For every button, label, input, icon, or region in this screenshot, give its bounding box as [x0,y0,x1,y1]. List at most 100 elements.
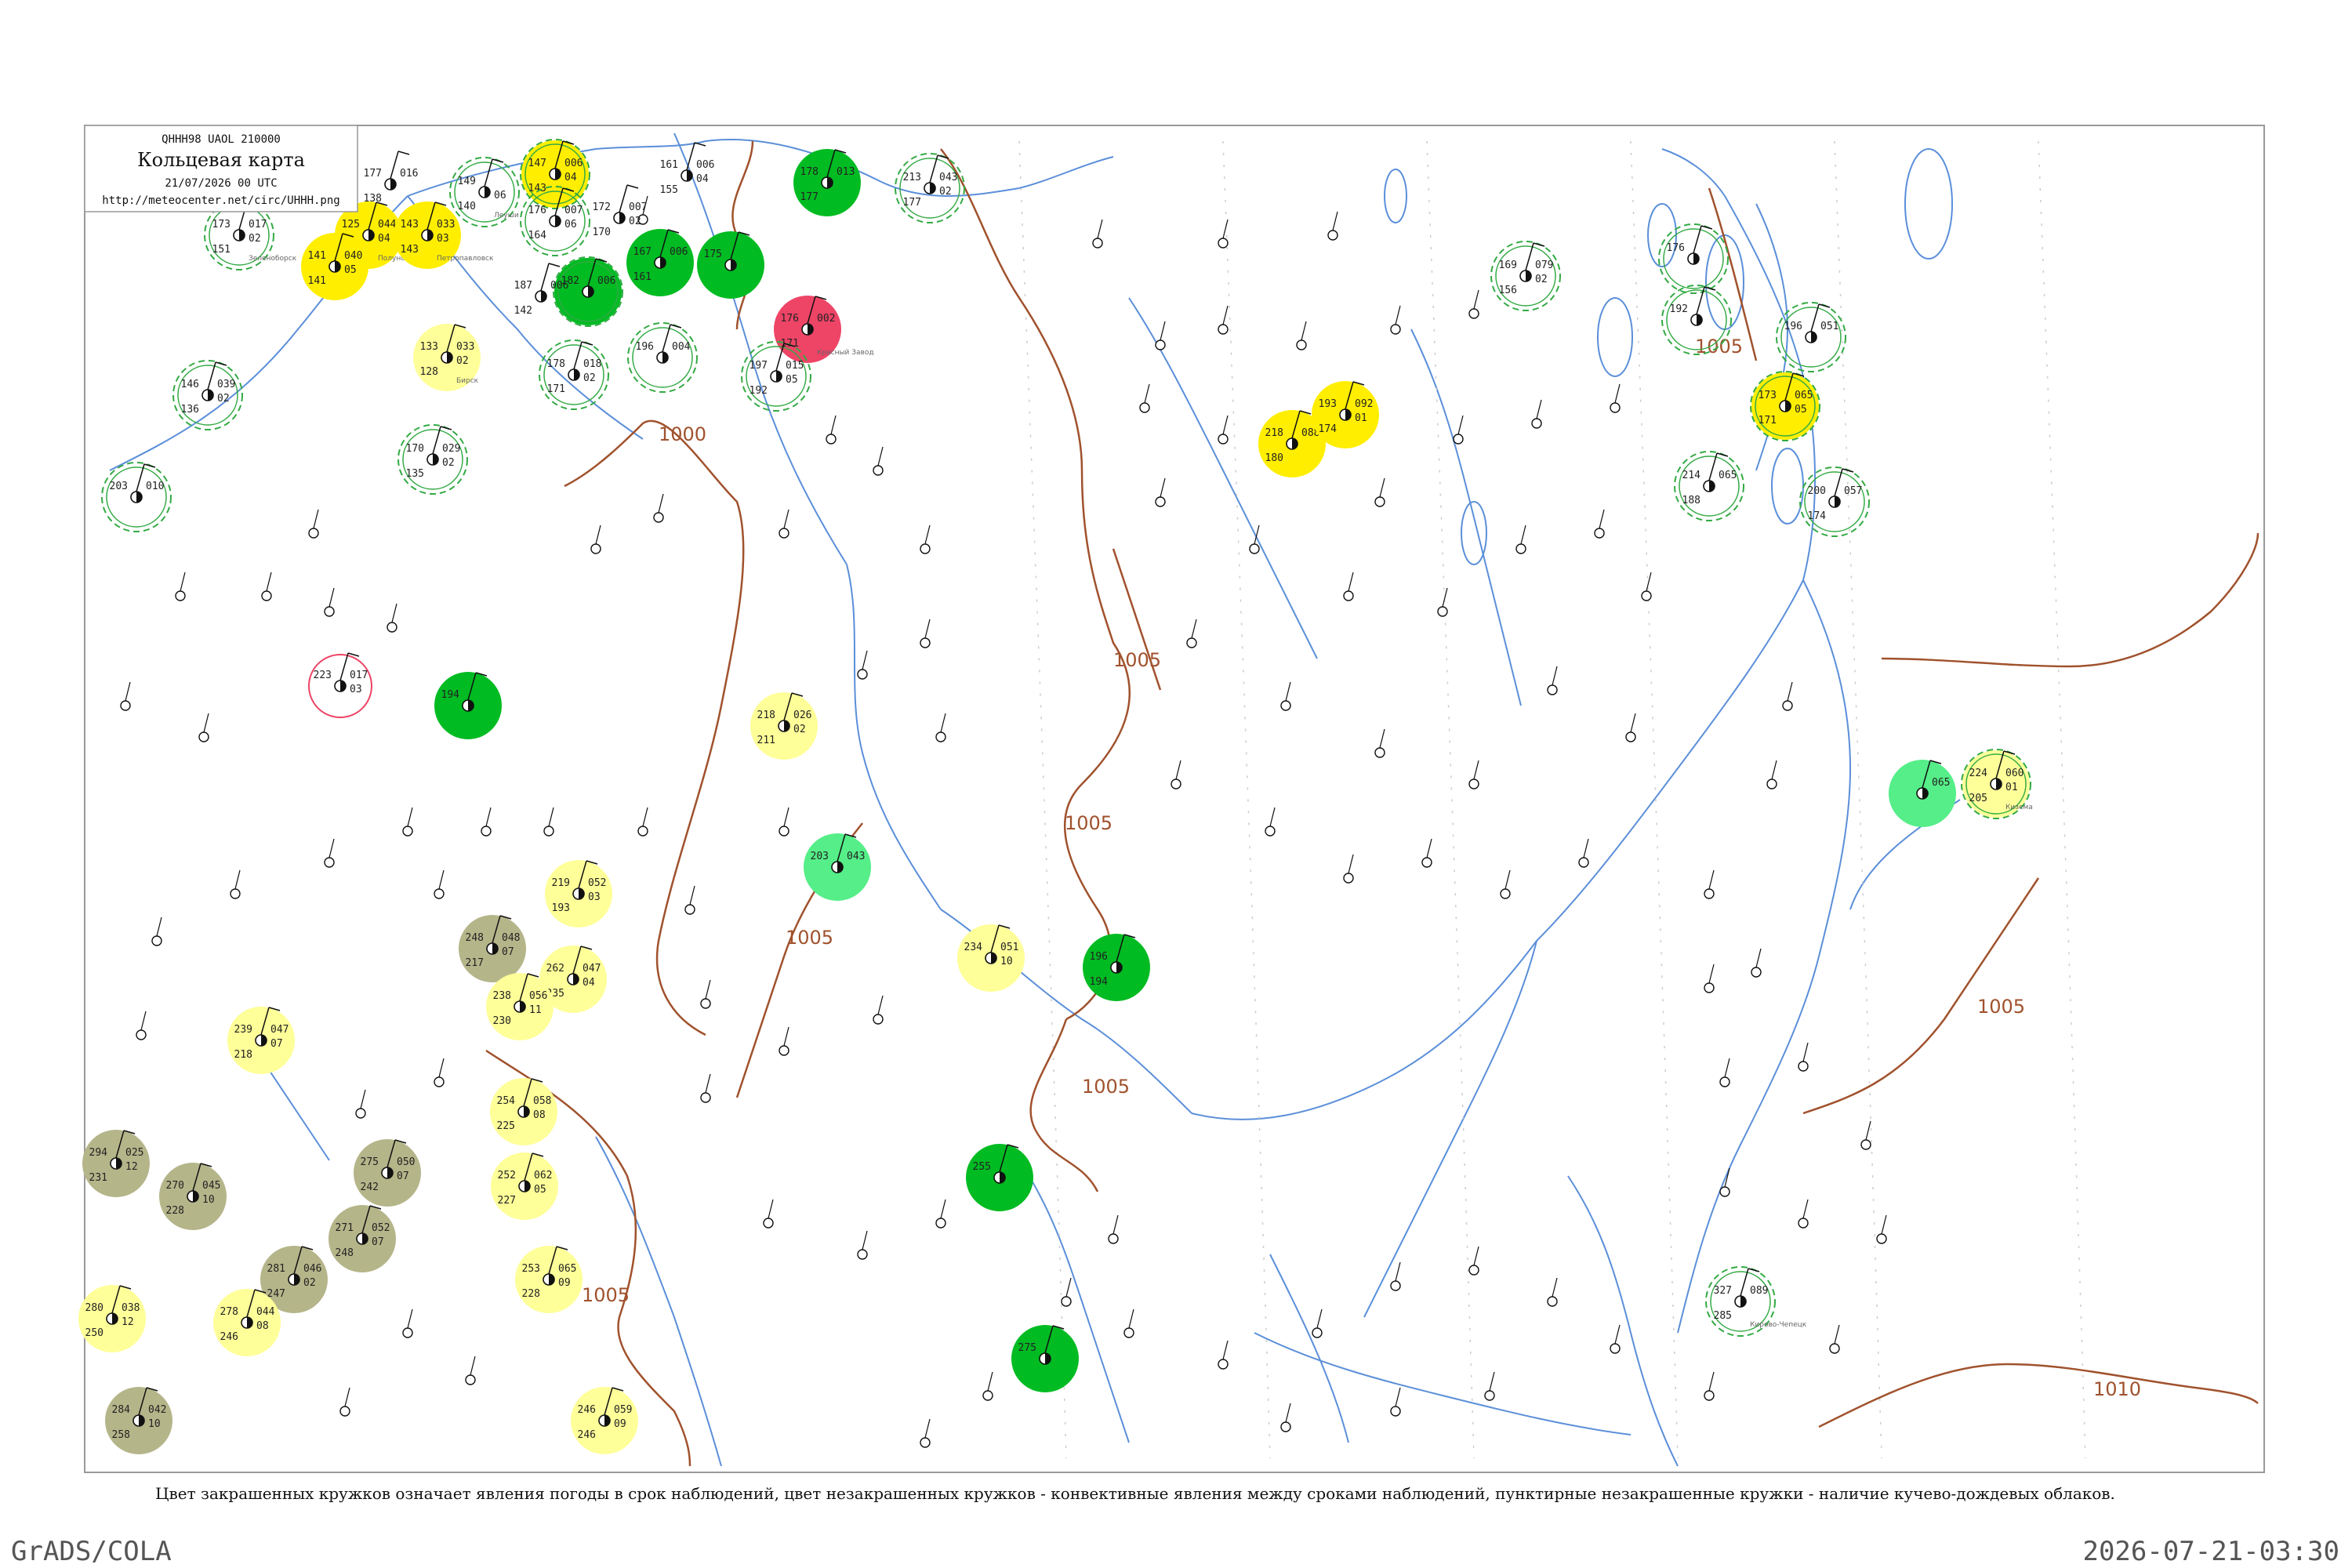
air-temperature: 224 [1969,768,1988,779]
isobar-label: 1005 [1082,1076,1130,1098]
pressure: 013 [837,166,855,178]
pressure: 016 [400,168,418,180]
air-temperature: 141 [308,250,326,262]
legend-caption: Цвет закрашенных кружков означает явлени… [155,1484,2115,1503]
station-marker-icon [198,731,209,742]
pressure: 017 [249,219,267,230]
station-marker-icon [826,434,837,445]
station-plot: 065 [1889,760,1956,827]
dew-point: 142 [514,305,532,317]
pressure-tendency: 02 [939,186,952,198]
pressure: 006 [597,275,615,287]
pressure: 052 [372,1222,390,1234]
pressure: 007 [564,205,583,216]
air-temperature: 149 [458,176,476,187]
station-marker-icon [324,857,335,868]
pressure: 042 [148,1404,166,1416]
air-temperature: 218 [1265,427,1283,439]
dew-point: 171 [547,383,565,395]
dew-point: 250 [85,1327,103,1339]
air-temperature: 178 [547,358,565,370]
pressure: 047 [270,1024,289,1036]
pressure: 047 [583,963,601,975]
station-marker-icon [1374,747,1385,758]
pressure: 033 [456,341,474,353]
dew-point: 246 [220,1331,238,1343]
station-marker-icon [1218,238,1229,249]
pressure: 062 [534,1170,552,1181]
station-marker-icon [1186,637,1197,648]
station-marker-icon [1484,1390,1495,1401]
pressure-tendency: 02 [629,216,641,227]
station-name: Кизема [2005,804,2033,811]
dew-point: 141 [308,275,326,287]
valid-time: 21/07/2026 00 UTC [165,177,277,190]
station-marker-icon [1610,1343,1621,1354]
station-marker-icon [700,1092,711,1103]
pressure-tendency: 02 [583,372,596,384]
station-plot: 133 128 033 02 Бирск [413,324,481,391]
air-temperature: 294 [89,1147,108,1159]
pressure: 059 [614,1404,632,1416]
dew-point: 177 [903,197,921,209]
air-temperature: 238 [493,990,511,1002]
station-plot: 255 [966,1144,1033,1211]
pressure-tendency: 04 [564,172,577,183]
dew-point: 211 [757,735,775,746]
station-plot: 175 [697,231,764,299]
pressure-tendency: 08 [256,1320,269,1332]
air-temperature: 275 [361,1156,379,1168]
dew-point: 171 [1759,415,1777,426]
station-plot: 252 227 062 05 [491,1152,558,1220]
dew-point: 192 [750,385,768,397]
footer-left: GrADS/COLA [11,1536,172,1567]
dew-point: 258 [112,1429,130,1441]
station-marker-icon [1625,731,1636,742]
station-marker-icon [637,826,648,837]
station-marker-icon [1343,590,1354,601]
station-marker-icon [387,622,397,633]
dew-point: 225 [497,1120,515,1132]
station-marker-icon [402,826,413,837]
dew-point: 170 [593,227,611,238]
dew-point: 174 [1808,510,1827,522]
pressure: 065 [1719,470,1737,481]
air-temperature: 248 [466,932,484,944]
air-temperature: 194 [441,689,460,701]
station-marker-icon [1531,418,1542,429]
station-marker-icon [175,590,186,601]
air-temperature: 196 [1784,321,1802,332]
dew-point: 193 [552,902,570,914]
station-marker-icon [1468,308,1479,319]
station-marker-icon [355,1108,366,1119]
station-marker-icon [1280,1421,1291,1432]
air-temperature: 147 [528,158,546,169]
dew-point: 174 [1319,423,1338,435]
map-title: Кольцевая карта [137,149,305,171]
dew-point: 180 [1265,452,1283,464]
station-marker-icon [261,590,272,601]
pressure-tendency: 02 [1535,274,1548,285]
pressure: 044 [378,219,397,230]
station-marker-icon [136,1029,147,1040]
pressure: 038 [122,1302,140,1314]
pressure-tendency: 09 [558,1277,571,1289]
air-temperature: 125 [342,219,360,230]
station-marker-icon [1265,826,1276,837]
pressure: 033 [437,219,455,230]
station-marker-icon [1798,1061,1809,1072]
pressure: 006 [696,159,714,171]
air-temperature: 161 [660,159,678,171]
dew-point: 128 [420,366,438,378]
station-marker-icon [1171,779,1181,789]
air-temperature: 197 [750,360,768,372]
air-temperature: 255 [973,1161,991,1173]
station-marker-icon [1468,779,1479,789]
station-marker-icon [1312,1327,1323,1338]
station-marker-icon [1860,1139,1871,1150]
pressure-tendency: 02 [249,233,261,245]
pressure: 043 [847,851,865,862]
station-name: Красный Завод [817,349,874,357]
pressure: 010 [146,481,164,492]
station-name: Кирово-Чепецк [1750,1321,1807,1329]
